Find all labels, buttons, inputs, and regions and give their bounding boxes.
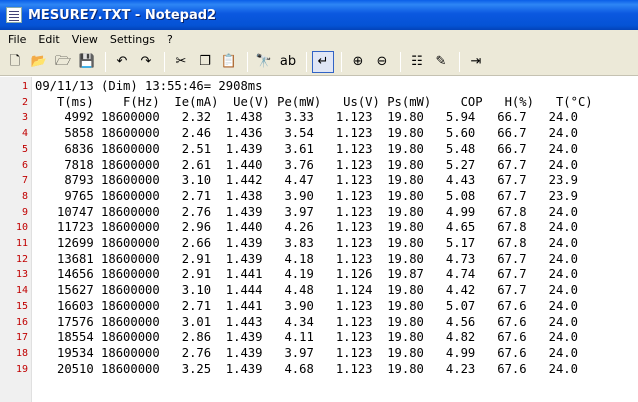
text-line[interactable]: T(ms) F(Hz) Ie(mA) Ue(V) Pe(mW) Us(V) Ps… — [35, 95, 593, 110]
paste-button[interactable]: 📋 — [218, 51, 240, 73]
replace-icon: ab — [279, 54, 297, 69]
schemes-icon: ☷ — [411, 54, 423, 69]
menu-help[interactable]: ? — [161, 33, 179, 46]
new-file-icon: 🗋 — [9, 54, 21, 69]
text-line[interactable]: 6836 18600000 2.51 1.439 3.61 1.123 19.8… — [35, 142, 578, 157]
line-number: 15 — [15, 300, 28, 312]
line-number: 1 — [21, 81, 28, 92]
zoom-in-icon: ⊕ — [352, 54, 364, 69]
customize-button[interactable]: ✎ — [430, 51, 452, 73]
replace-button[interactable]: ab — [277, 51, 299, 73]
line-number: 2 — [21, 96, 28, 108]
exit-button[interactable]: ⇥ — [465, 51, 487, 73]
find-button[interactable]: 🔭 — [253, 51, 275, 73]
customize-icon: ✎ — [435, 54, 447, 69]
text-line[interactable]: 16603 18600000 2.71 1.441 3.90 1.123 19.… — [35, 299, 578, 314]
toolbar: 🗋 📂 🗁 💾 ↶ ↷ ✂ ❐ 📋 🔭 ab ↵ ⊕ ⊖ ☷ ✎ ⇥ — [0, 48, 638, 76]
line-number: 17 — [15, 332, 28, 344]
exit-icon: ⇥ — [470, 54, 482, 69]
text-line[interactable]: 9765 18600000 2.71 1.438 3.90 1.123 19.8… — [35, 189, 578, 204]
window-title: MESURE7.TXT - Notepad2 — [28, 7, 217, 23]
text-line[interactable]: 8793 18600000 3.10 1.442 4.47 1.123 19.8… — [35, 173, 578, 188]
zoom-out-button[interactable]: ⊖ — [371, 51, 393, 73]
menu-settings[interactable]: Settings — [104, 33, 161, 46]
line-number: 12 — [15, 253, 28, 265]
toolbar-separator — [105, 51, 106, 72]
text-line[interactable]: 15627 18600000 3.10 1.444 4.48 1.124 19.… — [35, 283, 578, 298]
line-number: 9 — [21, 206, 28, 218]
browse-button[interactable]: 🗁 — [52, 51, 74, 73]
cut-button[interactable]: ✂ — [170, 51, 192, 73]
copy-button[interactable]: ❐ — [194, 51, 216, 73]
toolbar-separator — [247, 51, 248, 72]
text-line[interactable]: 18554 18600000 2.86 1.439 4.11 1.123 19.… — [35, 330, 578, 345]
text-line[interactable]: 7818 18600000 2.61 1.440 3.76 1.123 19.8… — [35, 158, 578, 173]
line-number: 7 — [21, 175, 28, 187]
paste-icon: 📋 — [220, 54, 238, 69]
title-bar[interactable]: MESURE7.TXT - Notepad2 — [0, 0, 638, 30]
line-number: 14 — [15, 285, 28, 297]
text-line[interactable]: 11723 18600000 2.96 1.440 4.26 1.123 19.… — [35, 220, 578, 235]
line-number-gutter: 1 2 3 4 5 6 7 8 9 10 11 12 13 14 15 16 17 18 19 — [0, 77, 32, 402]
text-line[interactable]: 4992 18600000 2.32 1.438 3.33 1.123 19.8… — [35, 110, 578, 125]
notepad-app-icon[interactable] — [6, 7, 22, 23]
toolbar-separator — [341, 51, 342, 72]
zoom-out-icon: ⊖ — [376, 54, 388, 69]
text-line[interactable]: 12699 18600000 2.66 1.439 3.83 1.123 19.… — [35, 236, 578, 251]
open-folder-button[interactable]: 📂 — [28, 51, 50, 73]
line-number: 5 — [21, 143, 28, 155]
line-number: 4 — [21, 128, 28, 140]
text-line[interactable]: 20510 18600000 3.25 1.439 4.68 1.123 19.… — [35, 362, 578, 377]
text-line[interactable]: 19534 18600000 2.76 1.439 3.97 1.123 19.… — [35, 346, 578, 361]
text-line[interactable]: 09/11/13 (Dim) 13:55:46= 2908ms — [35, 79, 262, 94]
find-icon: 🔭 — [255, 54, 273, 69]
menu-file[interactable]: File — [2, 33, 32, 46]
browse-icon: 🗁 — [54, 54, 72, 69]
line-number: 19 — [15, 363, 28, 375]
line-number: 6 — [21, 159, 28, 171]
line-number: 16 — [15, 316, 28, 328]
line-number: 3 — [21, 112, 28, 124]
zoom-in-button[interactable]: ⊕ — [347, 51, 369, 73]
schemes-button[interactable]: ☷ — [406, 51, 428, 73]
menu-view[interactable]: View — [66, 33, 104, 46]
menu-edit[interactable]: Edit — [32, 33, 65, 46]
text-line[interactable]: 13681 18600000 2.91 1.439 4.18 1.123 19.… — [35, 252, 578, 267]
new-file-button[interactable]: 🗋 — [4, 51, 26, 73]
text-line[interactable]: 10747 18600000 2.76 1.439 3.97 1.123 19.… — [35, 205, 578, 220]
text-editor[interactable]: 1 2 3 4 5 6 7 8 9 10 11 12 13 14 15 16 17 18 19 09/11/13 (… — [0, 77, 638, 402]
open-folder-icon: 📂 — [30, 54, 48, 69]
word-wrap-icon: ↵ — [317, 54, 329, 69]
toolbar-separator — [306, 51, 307, 72]
line-number: 18 — [15, 347, 28, 359]
menu-bar: File Edit View Settings ? — [0, 30, 638, 48]
save-button[interactable]: 💾 — [76, 51, 98, 73]
line-number: 11 — [15, 238, 28, 249]
undo-icon: ↶ — [116, 54, 128, 69]
text-line[interactable]: 5858 18600000 2.46 1.436 3.54 1.123 19.8… — [35, 126, 578, 141]
undo-button[interactable]: ↶ — [111, 51, 133, 73]
toolbar-separator — [400, 51, 401, 72]
line-number: 8 — [21, 190, 28, 202]
toolbar-separator — [459, 51, 460, 72]
copy-icon: ❐ — [199, 54, 211, 69]
save-icon: 💾 — [78, 54, 96, 69]
text-line[interactable]: 14656 18600000 2.91 1.441 4.19 1.126 19.… — [35, 267, 578, 282]
word-wrap-button[interactable]: ↵ — [312, 50, 334, 73]
line-number: 13 — [15, 269, 28, 281]
redo-icon: ↷ — [140, 54, 152, 69]
redo-button[interactable]: ↷ — [135, 51, 157, 73]
text-line[interactable]: 17576 18600000 3.01 1.443 4.34 1.123 19.… — [35, 315, 578, 330]
line-number: 10 — [15, 222, 28, 234]
cut-icon: ✂ — [175, 54, 187, 69]
toolbar-separator — [164, 51, 165, 72]
